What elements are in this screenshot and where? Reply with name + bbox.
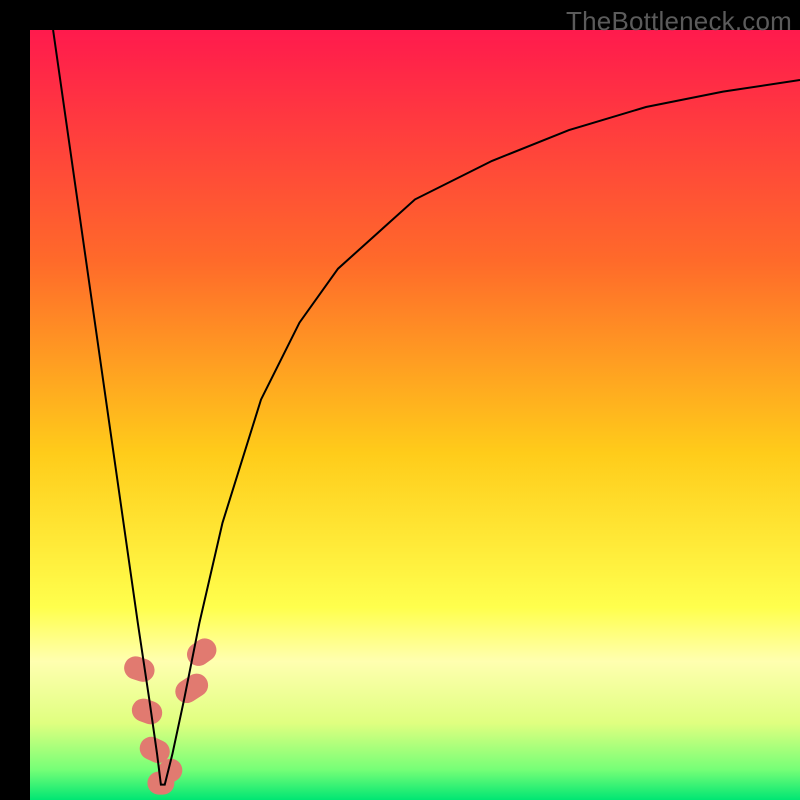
chart-stage: TheBottleneck.com (0, 0, 800, 800)
chart-svg (30, 30, 800, 800)
watermark-text: TheBottleneck.com (566, 6, 792, 37)
plot-area (30, 30, 800, 800)
gradient-background (30, 30, 800, 800)
